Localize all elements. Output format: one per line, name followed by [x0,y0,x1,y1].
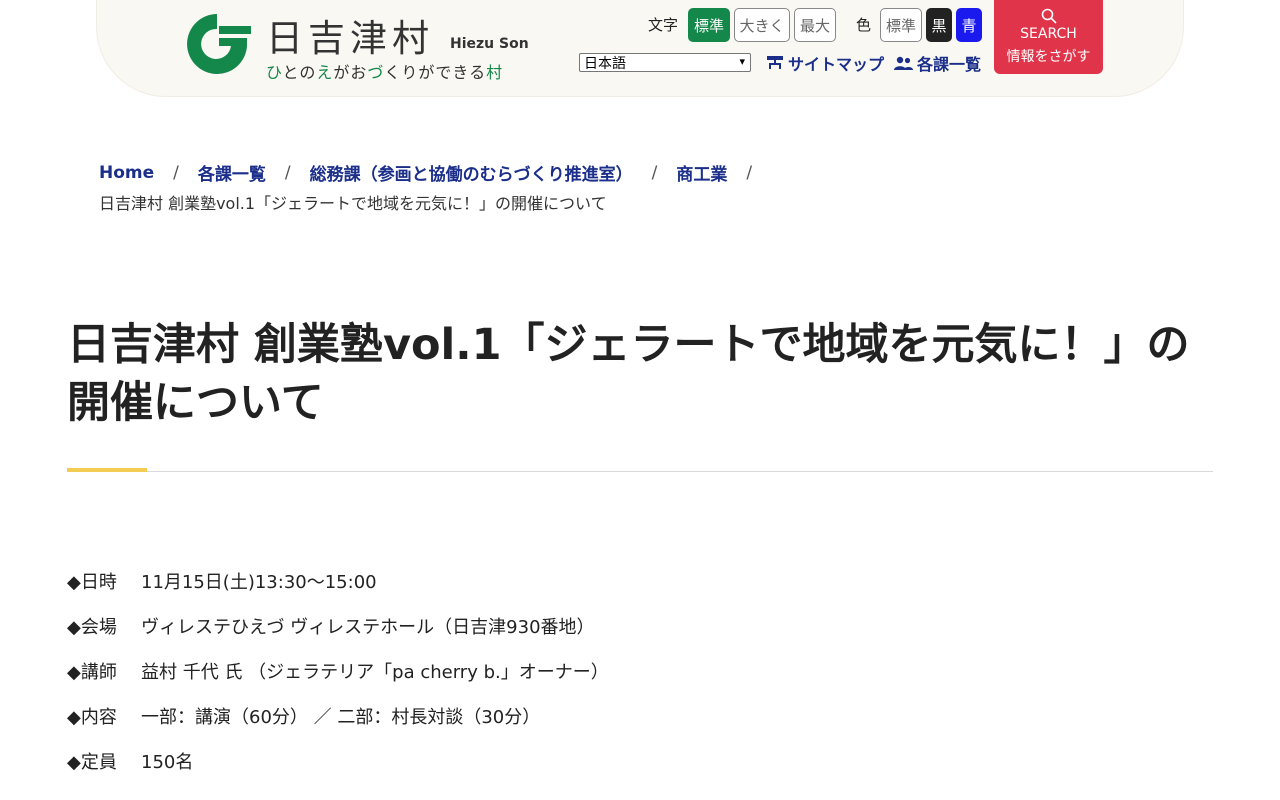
text-size-large-button[interactable]: 大きく [734,8,790,42]
detail-label: ◆講師 [67,662,117,683]
village-logo-icon[interactable] [181,12,253,74]
sitemap-icon [767,56,783,69]
breadcrumb-separator: / [173,162,179,183]
text-size-max-button[interactable]: 最大 [794,8,836,42]
site-name[interactable]: 日吉津村 [266,8,434,62]
text-size-label: 文字 [648,16,679,34]
detail-value: 益村 千代 氏 （ジェラテリア「pa cherry b.」オーナー） [141,662,609,683]
detail-row-capacity: ◆定員 150名 [67,748,609,793]
detail-row-venue: ◆会場 ヴィレステひえづ ヴィレステホール（日吉津930番地） [67,613,609,658]
breadcrumb-separator: / [651,162,658,183]
departments-label: 各課一覧 [917,55,982,74]
detail-label: ◆定員 [67,752,117,773]
color-blue-button[interactable]: 青 [956,8,982,42]
detail-label: ◆日時 [67,572,117,593]
detail-row-content: ◆内容 一部：講演（60分） ／ 二部：村長対談（30分） [67,703,609,748]
chevron-down-icon: ▾ [739,55,745,68]
site-tagline: ひとのえがおづくりができる村 [266,59,503,83]
breadcrumb-home[interactable]: Home [99,163,154,183]
breadcrumb-commerce[interactable]: 商工業 [676,160,727,185]
search-button[interactable]: SEARCH 情報をさがす [994,0,1103,74]
event-details: ◆日時 11月15日(土)13:30～15:00 ◆会場 ヴィレステひえづ ヴィ… [67,568,609,793]
tagline-part: づ [367,63,385,82]
tagline-part: くりができる [384,63,487,82]
text-size-standard-button[interactable]: 標準 [688,8,730,42]
tagline-part: 村 [486,63,504,82]
breadcrumb-departments[interactable]: 各課一覧 [198,160,266,185]
detail-value: ヴィレステひえづ ヴィレステホール（日吉津930番地） [141,617,595,638]
detail-value: 一部：講演（60分） ／ 二部：村長対談（30分） [141,707,541,728]
detail-label: ◆会場 [67,617,117,638]
language-select[interactable]: 日本語 ▾ [579,53,751,72]
breadcrumb-general-affairs[interactable]: 総務課（参画と協働のむらづくり推進室） [310,160,633,185]
departments-link[interactable]: 各課一覧 [894,51,981,75]
detail-value: 150名 [141,752,194,773]
sitemap-label: サイトマップ [788,55,885,74]
search-label: SEARCH [1020,26,1077,42]
users-icon [894,56,913,70]
detail-label: ◆内容 [67,707,117,728]
breadcrumb: Home / 各課一覧 / 総務課（参画と協働のむらづくり推進室） / 商工業 … [99,160,771,214]
tagline-part: ひ [266,63,283,82]
tagline-part: がお [333,63,368,82]
color-standard-button[interactable]: 標準 [880,8,922,42]
color-black-button[interactable]: 黒 [926,8,952,42]
sitemap-link[interactable]: サイトマップ [766,51,884,75]
title-divider [67,471,1213,472]
breadcrumb-separator: / [284,162,291,183]
tagline-part: との [282,63,317,82]
detail-row-lecturer: ◆講師 益村 千代 氏 （ジェラテリア「pa cherry b.」オーナー） [67,658,609,703]
tagline-part: え [316,63,334,82]
title-accent-bar [67,468,147,472]
search-sub-label: 情報をさがす [1006,49,1091,65]
detail-value: 11月15日(土)13:30～15:00 [141,572,377,593]
search-icon [1041,8,1057,24]
breadcrumb-current: 日吉津村 創業塾vol.1「ジェラートで地域を元気に！」の開催について [99,194,607,213]
breadcrumb-separator: / [746,162,753,183]
page-title: 日吉津村 創業塾vol.1「ジェラートで地域を元気に！」の開催について [67,320,1190,428]
site-name-roman: Hiezu Son [450,36,529,52]
language-selected: 日本語 [584,55,626,72]
detail-row-datetime: ◆日時 11月15日(土)13:30～15:00 [67,568,609,613]
color-label: 色 [856,16,872,34]
